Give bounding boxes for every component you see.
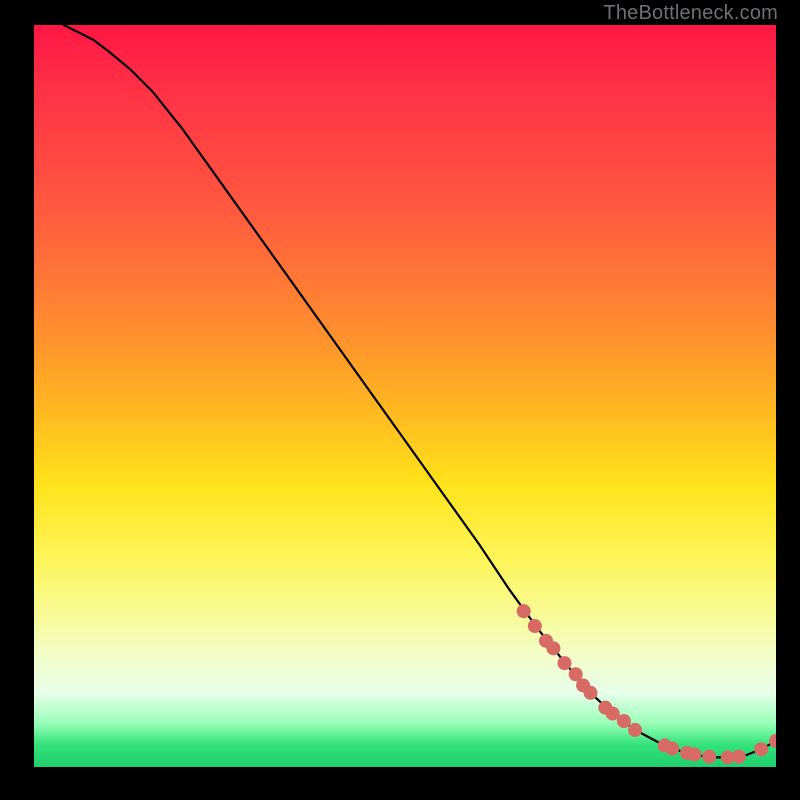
marker-dot [517, 604, 531, 618]
plot-area [34, 25, 776, 767]
marker-dot [665, 741, 679, 755]
marker-dot [546, 641, 560, 655]
marker-dot [702, 750, 716, 764]
curve-line [64, 25, 776, 757]
marker-dot [528, 619, 542, 633]
watermark-text: TheBottleneck.com [603, 2, 778, 25]
marker-dot [628, 723, 642, 737]
marker-dot [558, 656, 572, 670]
marker-dot [584, 686, 598, 700]
chart-stage: TheBottleneck.com [0, 0, 800, 800]
plot-svg [34, 25, 776, 767]
marker-dot [687, 747, 701, 761]
marker-dot [769, 734, 776, 748]
marker-group [517, 604, 776, 764]
marker-dot [754, 742, 768, 756]
marker-dot [732, 750, 746, 764]
marker-dot [617, 714, 631, 728]
